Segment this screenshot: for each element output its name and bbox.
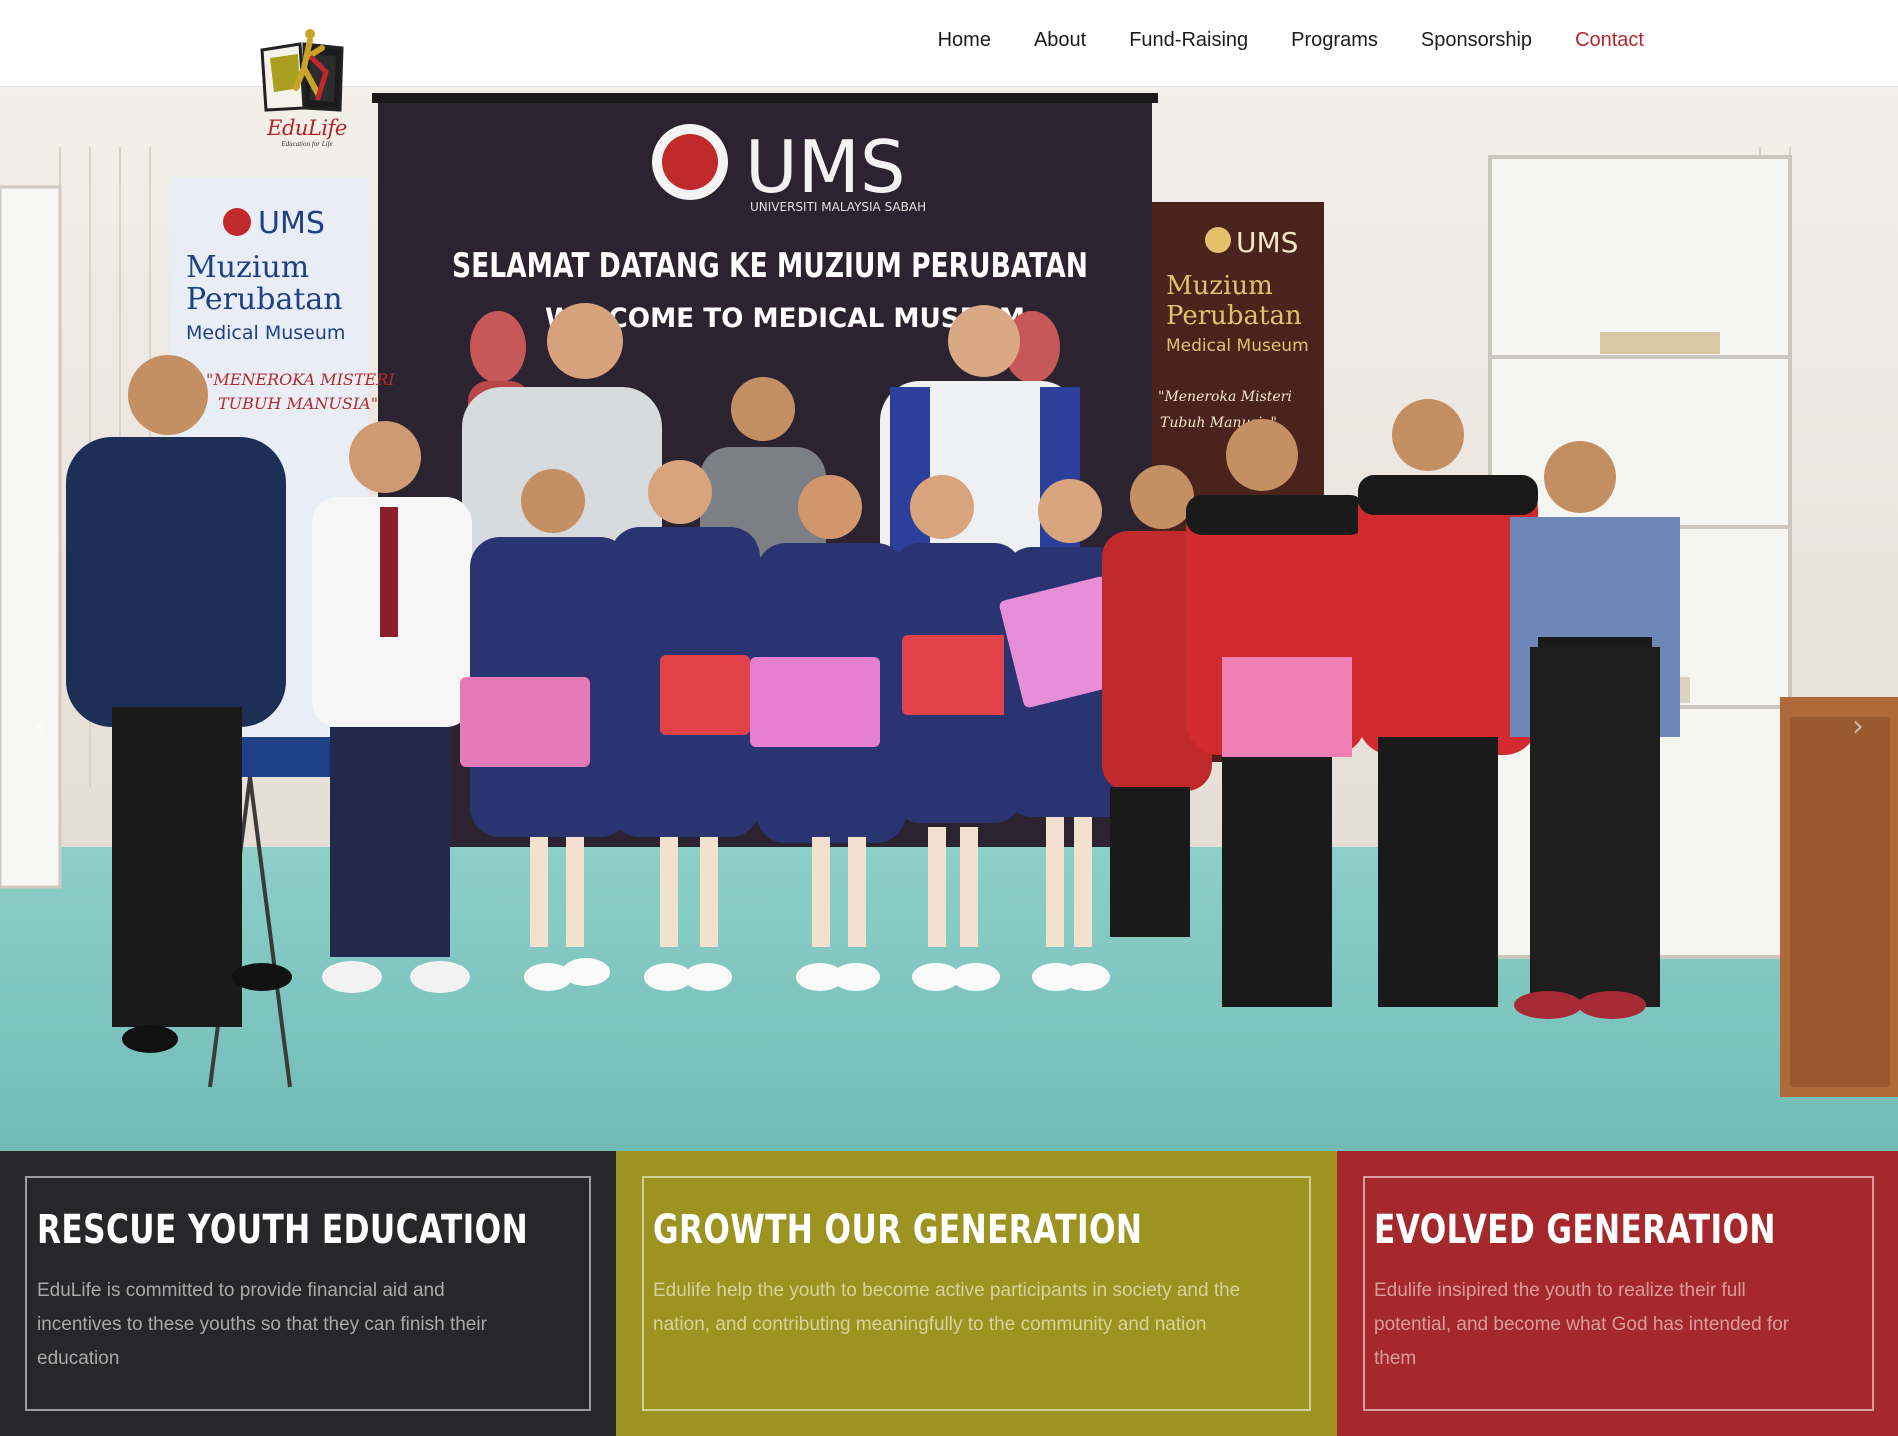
left-standee-slogan2: TUBUH MANUSIA" xyxy=(218,394,378,413)
banner-logo-text: UMS xyxy=(745,125,906,209)
book-icon xyxy=(260,29,344,112)
feature-text: Edulife insipired the youth to realize t… xyxy=(1374,1280,1790,1369)
feature-rescue-youth-education: RESCUE YOUTH EDUCATION EduLife is commit… xyxy=(0,1151,616,1436)
right-standee-slogan1: "Meneroka Misteri xyxy=(1158,389,1292,405)
left-standee-slogan1: "MENEROKA MISTERI xyxy=(206,370,395,389)
nav-sponsorship[interactable]: Sponsorship xyxy=(1421,29,1532,52)
chevron-right-icon[interactable]: › xyxy=(1838,697,1878,757)
logo-tagline: Education for Life xyxy=(281,140,333,148)
right-standee-logo: UMS xyxy=(1236,226,1298,259)
feature-title: EVOLVED GENERATION xyxy=(1374,1207,1776,1253)
left-standee-title1: Muzium xyxy=(186,250,309,285)
nav-fund-raising[interactable]: Fund-Raising xyxy=(1129,29,1248,52)
right-standee-title2: Perubatan xyxy=(1166,301,1302,331)
nav-programs[interactable]: Programs xyxy=(1291,29,1378,52)
main-nav: Home About Fund-Raising Programs Sponsor… xyxy=(938,29,1644,52)
feature-growth-our-generation: GROWTH OUR GENERATION Edulife help the y… xyxy=(616,1151,1337,1436)
feature-evolved-generation: EVOLVED GENERATION Edulife insipired the… xyxy=(1337,1151,1898,1436)
hero-photo: UMS UNIVERSITI MALAYSIA SABAH SELAMAT DA… xyxy=(0,87,1898,1151)
nav-about[interactable]: About xyxy=(1034,29,1086,52)
feature-text: EduLife is committed to provide financia… xyxy=(37,1280,487,1369)
banner-line-malay: SELAMAT DATANG KE MUZIUM PERUBATAN xyxy=(452,246,1088,286)
edulife-logo[interactable]: EduLife Education for Life xyxy=(256,28,352,152)
left-standee-title2: Perubatan xyxy=(186,282,343,317)
chevron-left-icon[interactable]: ‹ xyxy=(20,697,60,757)
left-standee-logo: UMS xyxy=(258,206,325,241)
features-section: RESCUE YOUTH EDUCATION EduLife is commit… xyxy=(0,1151,1898,1436)
nav-contact[interactable]: Contact xyxy=(1575,29,1644,52)
right-standee-title3: Medical Museum xyxy=(1166,336,1309,356)
logo-name: EduLife xyxy=(267,116,347,140)
banner-subtitle: UNIVERSITI MALAYSIA SABAH xyxy=(750,200,926,214)
left-standee-title3: Medical Museum xyxy=(186,322,345,344)
nav-home[interactable]: Home xyxy=(938,29,991,52)
feature-title: RESCUE YOUTH EDUCATION xyxy=(37,1207,529,1253)
feature-text: Edulife help the youth to become active … xyxy=(653,1280,1241,1335)
right-standee-title1: Muzium xyxy=(1166,271,1273,301)
hero-slider: UMS UNIVERSITI MALAYSIA SABAH SELAMAT DA… xyxy=(0,87,1898,1151)
feature-title: GROWTH OUR GENERATION xyxy=(653,1207,1143,1253)
